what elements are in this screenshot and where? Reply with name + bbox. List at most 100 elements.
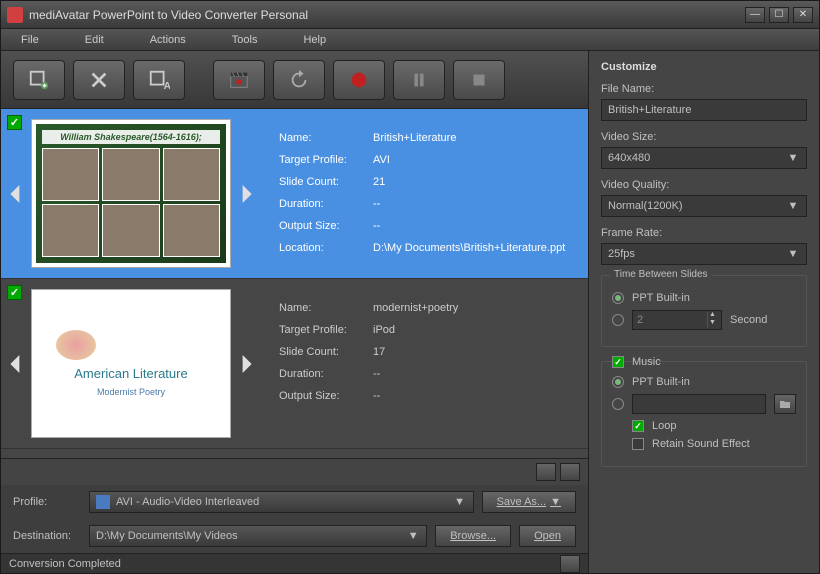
log-button[interactable]: [560, 555, 580, 573]
menu-edit[interactable]: Edit: [85, 34, 104, 46]
add-button[interactable]: [13, 60, 65, 100]
format-icon: [96, 495, 110, 509]
music-custom-radio[interactable]: [612, 398, 624, 410]
item-checkbox[interactable]: ✓: [7, 115, 22, 130]
thumb-title: William Shakespeare(1564-1616);: [42, 130, 220, 144]
meta-location: D:\My Documents\British+Literature.ppt: [373, 242, 565, 254]
meta-output: --: [373, 220, 380, 232]
auto-button[interactable]: A: [133, 60, 185, 100]
menu-actions[interactable]: Actions: [150, 34, 186, 46]
meta-count: 21: [373, 176, 385, 188]
status-bar: Conversion Completed: [1, 553, 588, 573]
slide-thumbnail: William Shakespeare(1564-1616);: [31, 119, 231, 268]
prev-slide-button[interactable]: [1, 109, 31, 278]
minimize-button[interactable]: —: [745, 7, 765, 23]
close-button[interactable]: ✕: [793, 7, 813, 23]
tbs-builtin-radio[interactable]: [612, 292, 624, 304]
music-browse-button[interactable]: [774, 394, 796, 414]
slide-thumbnail: American Literature Modernist Poetry: [31, 289, 231, 438]
view-list-icon[interactable]: [536, 463, 556, 481]
folder-icon: [779, 398, 791, 410]
music-file-field[interactable]: [632, 394, 766, 414]
pause-button[interactable]: [393, 60, 445, 100]
view-toolbar: [1, 458, 588, 485]
svg-text:A: A: [164, 81, 170, 91]
maximize-button[interactable]: ☐: [769, 7, 789, 23]
filename-label: File Name:: [601, 83, 807, 95]
tbs-custom-radio[interactable]: [612, 314, 624, 326]
view-detail-icon[interactable]: [560, 463, 580, 481]
save-as-button[interactable]: Save As...▼: [482, 491, 576, 513]
retain-checkbox[interactable]: [632, 438, 644, 450]
next-slide-button[interactable]: [231, 109, 261, 278]
meta-label-output: Output Size:: [279, 220, 367, 232]
meta-output: --: [373, 390, 380, 402]
slide-metadata: Name: modernist+poetry Target Profile: iPo…: [261, 279, 588, 448]
customize-panel: Customize File Name: British+Literature …: [589, 51, 819, 573]
item-checkbox[interactable]: ✓: [7, 285, 22, 300]
meta-duration: --: [373, 368, 380, 380]
music-builtin-radio[interactable]: [612, 376, 624, 388]
meta-label-count: Slide Count:: [279, 346, 367, 358]
meta-label-duration: Duration:: [279, 198, 367, 210]
meta-label-name: Name:: [279, 302, 367, 314]
profile-label: Profile:: [13, 496, 81, 508]
prev-slide-button[interactable]: [1, 279, 31, 448]
loop-checkbox[interactable]: [632, 420, 644, 432]
browse-button[interactable]: Browse...: [435, 525, 511, 547]
meta-label-count: Slide Count:: [279, 176, 367, 188]
slide-item[interactable]: ✓ William Shakespeare(1564-1616); Name:B…: [1, 109, 588, 279]
open-button[interactable]: Open: [519, 525, 576, 547]
thumb-title: American Literature: [74, 366, 187, 381]
meta-label-location: Location:: [279, 242, 367, 254]
chevron-down-icon: ▼: [406, 530, 420, 542]
refresh-button[interactable]: [273, 60, 325, 100]
chevron-down-icon: ▼: [786, 152, 800, 164]
meta-label-name: Name:: [279, 132, 367, 144]
menu-file[interactable]: File: [21, 34, 39, 46]
destination-combo[interactable]: D:\My Documents\My Videos ▼: [89, 525, 427, 547]
stop-button[interactable]: [453, 60, 505, 100]
time-between-slides-group: Time Between Slides PPT Built-in 2 ▲▼ Se…: [601, 275, 807, 347]
meta-name: modernist+poetry: [373, 302, 458, 314]
destination-value: D:\My Documents\My Videos: [96, 530, 238, 542]
slide-list: ✓ William Shakespeare(1564-1616); Name:B…: [1, 109, 588, 458]
chevron-down-icon: ▼: [453, 496, 467, 508]
meta-profile: iPod: [373, 324, 395, 336]
spinner-down[interactable]: ▼: [707, 320, 717, 328]
tbs-builtin-label: PPT Built-in: [632, 292, 690, 304]
delete-button[interactable]: [73, 60, 125, 100]
app-icon: [7, 7, 23, 23]
menu-help[interactable]: Help: [303, 34, 326, 46]
retain-label: Retain Sound Effect: [652, 438, 750, 450]
music-checkbox[interactable]: [612, 356, 624, 368]
destination-label: Destination:: [13, 530, 81, 542]
quality-combo[interactable]: Normal(1200K)▼: [601, 195, 807, 217]
meta-label-profile: Target Profile:: [279, 324, 367, 336]
tbs-legend: Time Between Slides: [610, 269, 712, 280]
record-button[interactable]: [333, 60, 385, 100]
framerate-label: Frame Rate:: [601, 227, 807, 239]
menu-tools[interactable]: Tools: [232, 34, 258, 46]
app-window: mediAvatar PowerPoint to Video Converter…: [0, 0, 820, 574]
meta-duration: --: [373, 198, 380, 210]
music-label: Music: [632, 356, 661, 368]
clapper-button[interactable]: [213, 60, 265, 100]
videosize-label: Video Size:: [601, 131, 807, 143]
loop-label: Loop: [652, 420, 676, 432]
filename-input[interactable]: British+Literature: [601, 99, 807, 121]
customize-title: Customize: [601, 61, 807, 73]
videosize-combo[interactable]: 640x480▼: [601, 147, 807, 169]
tbs-seconds-spinner[interactable]: 2 ▲▼: [632, 310, 722, 330]
menubar: File Edit Actions Tools Help: [1, 29, 819, 51]
next-slide-button[interactable]: [231, 279, 261, 448]
main-panel: A ✓ William Shakespeare(1564-1616);: [1, 51, 589, 573]
tbs-unit: Second: [730, 314, 767, 326]
slide-item[interactable]: ✓ American Literature Modernist Poetry N…: [1, 279, 588, 449]
music-group: Music PPT Built-in Loop: [601, 361, 807, 467]
framerate-combo[interactable]: 25fps▼: [601, 243, 807, 265]
status-text: Conversion Completed: [9, 558, 121, 570]
profile-row: Profile: AVI - Audio-Video Interleaved ▼…: [1, 485, 588, 519]
chevron-down-icon: ▼: [786, 248, 800, 260]
profile-combo[interactable]: AVI - Audio-Video Interleaved ▼: [89, 491, 474, 513]
